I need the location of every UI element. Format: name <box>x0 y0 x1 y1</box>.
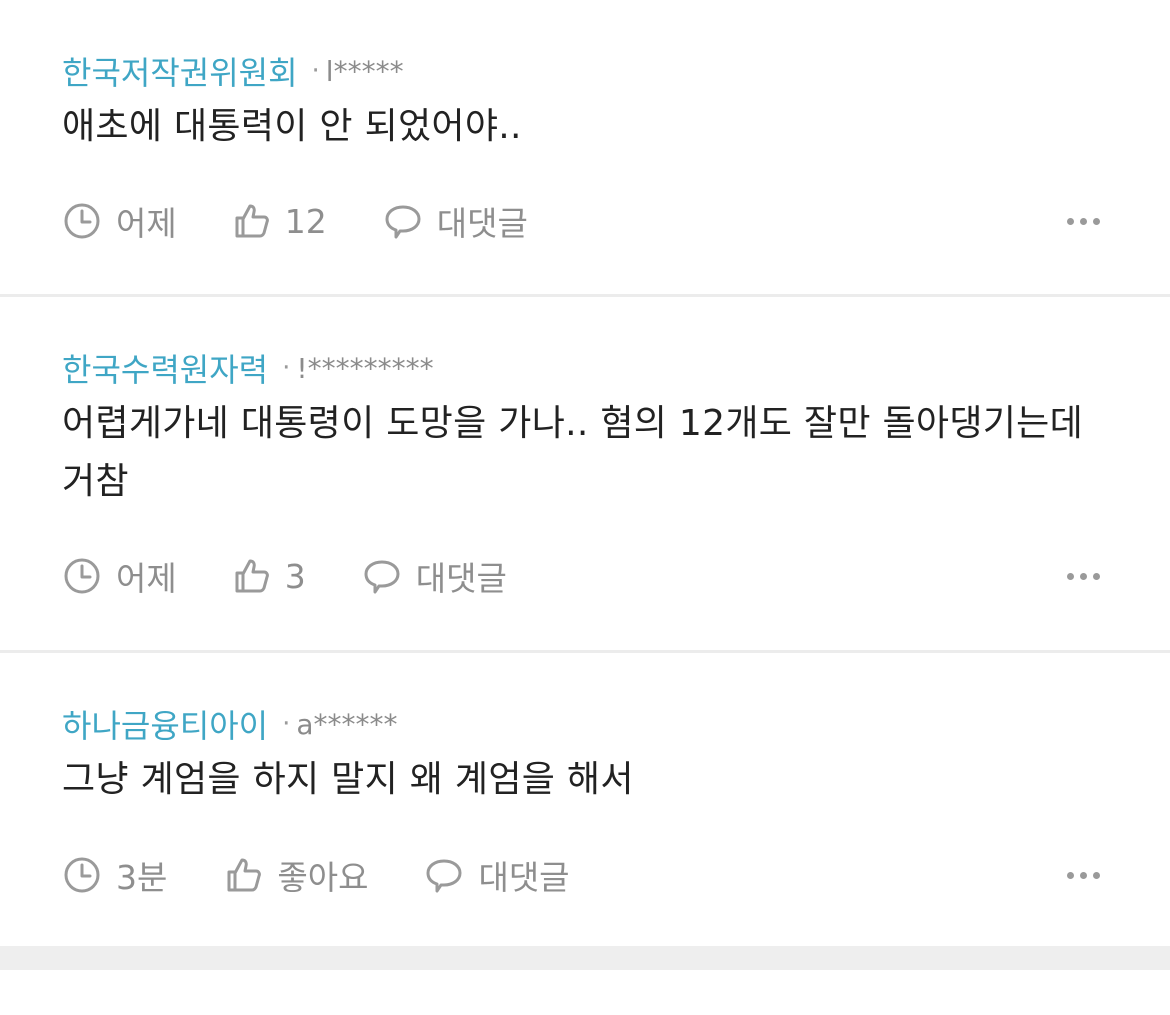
meta-separator: · <box>282 709 291 739</box>
reply-label: 대댓글 <box>478 858 570 897</box>
timestamp-label: 3분 <box>116 858 168 897</box>
more-options-button[interactable] <box>1067 551 1100 601</box>
meta-separator: · <box>282 353 291 383</box>
comment-item: 한국수력원자력 · !********* 어렵게가네 대통령이 도망을 가나..… <box>0 297 1170 653</box>
like-count: 12 <box>284 201 327 241</box>
more-dots-icon <box>1067 572 1074 580</box>
more-options-button[interactable] <box>1067 850 1100 900</box>
comment-item: 하나금융티아이 · a****** 그냥 계엄을 하지 말지 왜 계엄을 해서 … <box>0 653 1170 949</box>
comment-actions: 3분 좋아요 대댓글 <box>62 850 1108 900</box>
speech-bubble-icon <box>364 560 400 594</box>
speech-bubble-icon <box>385 205 421 239</box>
thumbs-up-icon <box>227 858 262 892</box>
timestamp-label: 어제 <box>116 204 177 243</box>
like-button[interactable]: 좋아요 <box>225 851 368 899</box>
clock-icon <box>64 857 100 893</box>
thumbs-up-icon <box>235 559 269 593</box>
author-organization[interactable]: 하나금융티아이 <box>62 701 268 747</box>
author-organization[interactable]: 한국저작권위원회 <box>62 48 298 94</box>
speech-bubble-icon <box>426 859 462 893</box>
comment-actions: 어제 3 대댓글 <box>62 551 1108 601</box>
meta-separator: · <box>311 56 320 86</box>
timestamp: 어제 <box>62 552 177 600</box>
author-organization[interactable]: 한국수력원자력 <box>62 345 268 391</box>
reply-button[interactable]: 대댓글 <box>383 197 528 245</box>
comment-meta: 한국수력원자력 · !********* <box>62 347 1108 389</box>
section-divider <box>0 946 1170 970</box>
comment-item: 한국저작권위원회 · l***** 애초에 대통력이 안 되었어야.. 어제 1… <box>0 0 1170 297</box>
comment-text: 애초에 대통력이 안 되었어야.. <box>62 106 522 147</box>
timestamp-label: 어제 <box>116 559 177 598</box>
reply-button[interactable]: 대댓글 <box>362 552 507 600</box>
timestamp: 어제 <box>62 197 177 245</box>
clock-icon <box>64 558 100 594</box>
comment-actions: 어제 12 대댓글 <box>62 196 1108 246</box>
more-dots-icon <box>1067 217 1074 225</box>
more-dots-icon <box>1067 871 1074 879</box>
author-id: a****** <box>296 707 398 741</box>
timestamp: 3분 <box>62 851 167 899</box>
author-id: !********* <box>296 351 434 385</box>
reply-button[interactable]: 대댓글 <box>424 851 570 899</box>
clock-icon <box>64 203 100 239</box>
comment-text: 그냥 계엄을 하지 말지 왜 계엄을 해서 <box>62 759 634 800</box>
comment-text: 어렵게가네 대통령이 도망을 가나.. 혐의 12개도 잘만 돌아댕기는데 거참 <box>62 403 1084 502</box>
thumbs-up-icon <box>235 204 269 238</box>
like-count: 3 <box>284 556 306 596</box>
like-button[interactable]: 12 <box>233 202 327 241</box>
reply-label: 대댓글 <box>415 559 507 598</box>
comment-meta: 하나금융티아이 · a****** <box>62 703 1108 745</box>
comment-meta: 한국저작권위원회 · l***** <box>62 50 1108 92</box>
like-button[interactable]: 3 <box>233 557 306 596</box>
like-label: 좋아요 <box>277 858 369 897</box>
reply-label: 대댓글 <box>436 204 528 243</box>
author-id: l***** <box>325 54 404 88</box>
more-options-button[interactable] <box>1067 196 1100 246</box>
